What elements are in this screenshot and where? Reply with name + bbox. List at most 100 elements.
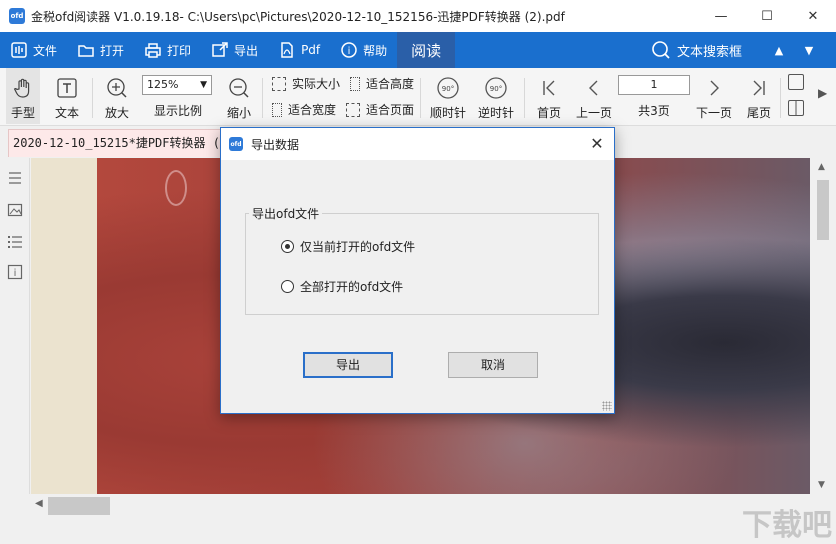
zoom-in-button[interactable]: 放大 (100, 68, 134, 121)
hand-tool-button[interactable]: 手型 (6, 68, 40, 124)
single-page-view-icon[interactable] (788, 74, 804, 90)
toolbar-scroll-right-icon[interactable]: ▶ (818, 86, 827, 100)
watermark: 下载吧 (742, 508, 832, 543)
prev-page-button[interactable]: 上一页 (574, 68, 614, 121)
scroll-up-icon[interactable]: ▲ (818, 162, 825, 172)
maximize-button[interactable]: ☐ (744, 0, 790, 32)
list-icon[interactable] (7, 234, 23, 250)
zoom-ratio-label-wrap: 显示比例 (146, 98, 210, 119)
fit-height-label: 适合高度 (366, 77, 415, 91)
fit-height-button[interactable]: 适合高度 (350, 75, 414, 92)
tab-read[interactable]: 阅读 (397, 32, 456, 68)
document-tab[interactable]: 2020-12-10_15215*捷PDF转换器 (2).p (8, 129, 228, 157)
rotate-counterclockwise-label: 逆时针 (477, 106, 514, 120)
search-up-button[interactable]: ▲ (764, 44, 794, 57)
page-total-label: 共3页 (638, 104, 670, 118)
resize-grip[interactable] (602, 401, 612, 411)
page-image-detail (165, 170, 187, 206)
zoom-out-button[interactable]: 缩小 (222, 68, 256, 121)
zoom-in-icon (107, 78, 127, 98)
last-page-icon (753, 80, 765, 96)
scroll-down-icon[interactable]: ▼ (818, 480, 825, 490)
menu-open[interactable]: 打开 (67, 32, 134, 68)
menu-print-label: 打印 (167, 43, 192, 58)
actual-size-label: 实际大小 (292, 77, 341, 91)
fit-page-button[interactable]: 适合页面 (346, 101, 414, 118)
radio-all-files[interactable]: 全部打开的ofd文件 (281, 278, 403, 295)
text-search-box[interactable]: 文本搜索框 (677, 41, 742, 60)
window-title: 金税ofd阅读器 V1.0.19.18- C:\Users\pc\Picture… (31, 9, 565, 24)
scroll-left-icon[interactable]: ◀ (35, 498, 43, 509)
export-group-label: 导出ofd文件 (249, 205, 323, 222)
vertical-scroll-thumb[interactable] (817, 180, 829, 240)
close-button[interactable]: ✕ (790, 0, 836, 32)
last-page-button[interactable]: 尾页 (742, 68, 776, 121)
export-options-group (245, 213, 599, 315)
menu-bar: 文件 打开 打印 导出 Pdf i 帮助 阅读 文本搜索框 ▲ ▼ (0, 32, 836, 68)
radio-all-files-label: 全部打开的ofd文件 (300, 280, 404, 294)
search-icon[interactable] (651, 40, 671, 60)
two-page-view-icon[interactable] (788, 100, 804, 116)
zoom-select[interactable]: 125% ▼ (142, 75, 212, 95)
next-page-button[interactable]: 下一页 (692, 68, 736, 121)
menu-export[interactable]: 导出 (201, 32, 268, 68)
page-number-input[interactable]: 1 (618, 75, 690, 95)
actual-size-button[interactable]: 实际大小 (272, 75, 340, 92)
chevron-down-icon: ▼ (200, 80, 207, 90)
zoom-out-icon (229, 78, 249, 98)
thumbnail-icon[interactable] (7, 202, 23, 218)
export-icon (212, 42, 228, 57)
toolbar: 手型 文本 放大 显示比例 缩小 实际大小 适合高度 适合宽度 适合页面 90°… (0, 68, 836, 126)
dialog-title-bar: ofd 导出数据 ✕ (221, 128, 614, 160)
menu-help[interactable]: i 帮助 (330, 32, 397, 68)
radio-current-file-label: 仅当前打开的ofd文件 (300, 240, 416, 254)
rotate-counterclockwise-icon: 90° (485, 77, 507, 99)
horizontal-scroll-thumb[interactable] (48, 497, 110, 515)
dialog-close-button[interactable]: ✕ (586, 134, 608, 154)
outline-icon[interactable] (7, 170, 23, 186)
rotate-cw-degree: 90° (442, 85, 454, 93)
fit-page-label: 适合页面 (366, 103, 415, 117)
zoom-in-label: 放大 (104, 106, 129, 120)
menu-print[interactable]: 打印 (134, 32, 201, 68)
fit-width-button[interactable]: 适合宽度 (272, 101, 336, 118)
rotate-clockwise-icon: 90° (437, 77, 459, 99)
actual-size-icon (272, 76, 286, 91)
minimize-button[interactable]: — (698, 0, 744, 32)
vertical-scrollbar[interactable]: ▲ ▼ (810, 158, 836, 494)
fit-width-icon (272, 102, 282, 117)
dialog-title: 导出数据 (251, 137, 300, 152)
zoom-ratio-label: 显示比例 (153, 104, 202, 118)
page-total-wrap: 共3页 (632, 98, 676, 119)
title-bar: ofd 金税ofd阅读器 V1.0.19.18- C:\Users\pc\Pic… (0, 0, 836, 32)
cancel-button[interactable]: 取消 (448, 352, 538, 378)
text-tool-label: 文本 (54, 106, 79, 120)
menu-file[interactable]: 文件 (0, 32, 67, 68)
menu-pdf[interactable]: Pdf (268, 32, 330, 68)
info-icon[interactable]: i (7, 264, 23, 280)
text-tool-button[interactable]: 文本 (50, 68, 84, 121)
horizontal-scrollbar[interactable]: ◀ (31, 494, 810, 518)
rotate-counterclockwise-button[interactable]: 90° 逆时针 (476, 68, 516, 121)
status-bar (0, 518, 836, 544)
search-down-button[interactable]: ▼ (794, 44, 824, 57)
first-page-button[interactable]: 首页 (532, 68, 566, 121)
fit-height-icon (350, 76, 360, 91)
radio-current-file[interactable]: 仅当前打开的ofd文件 (281, 238, 415, 255)
file-icon (11, 42, 27, 58)
svg-text:i: i (14, 268, 17, 279)
hand-tool-label: 手型 (10, 106, 35, 120)
export-confirm-button[interactable]: 导出 (303, 352, 393, 378)
svg-text:i: i (348, 46, 351, 57)
fit-width-label: 适合宽度 (288, 103, 337, 117)
radio-all-files-indicator[interactable] (281, 280, 294, 293)
rotate-clockwise-label: 顺时针 (429, 106, 466, 120)
pdf-icon (281, 42, 293, 58)
radio-current-file-indicator[interactable] (281, 240, 294, 253)
menu-open-label: 打开 (100, 43, 125, 58)
menu-export-label: 导出 (234, 43, 259, 58)
next-page-label: 下一页 (695, 106, 732, 120)
rotate-clockwise-button[interactable]: 90° 顺时针 (428, 68, 468, 121)
folder-icon (78, 45, 94, 57)
menu-file-label: 文件 (33, 43, 58, 58)
